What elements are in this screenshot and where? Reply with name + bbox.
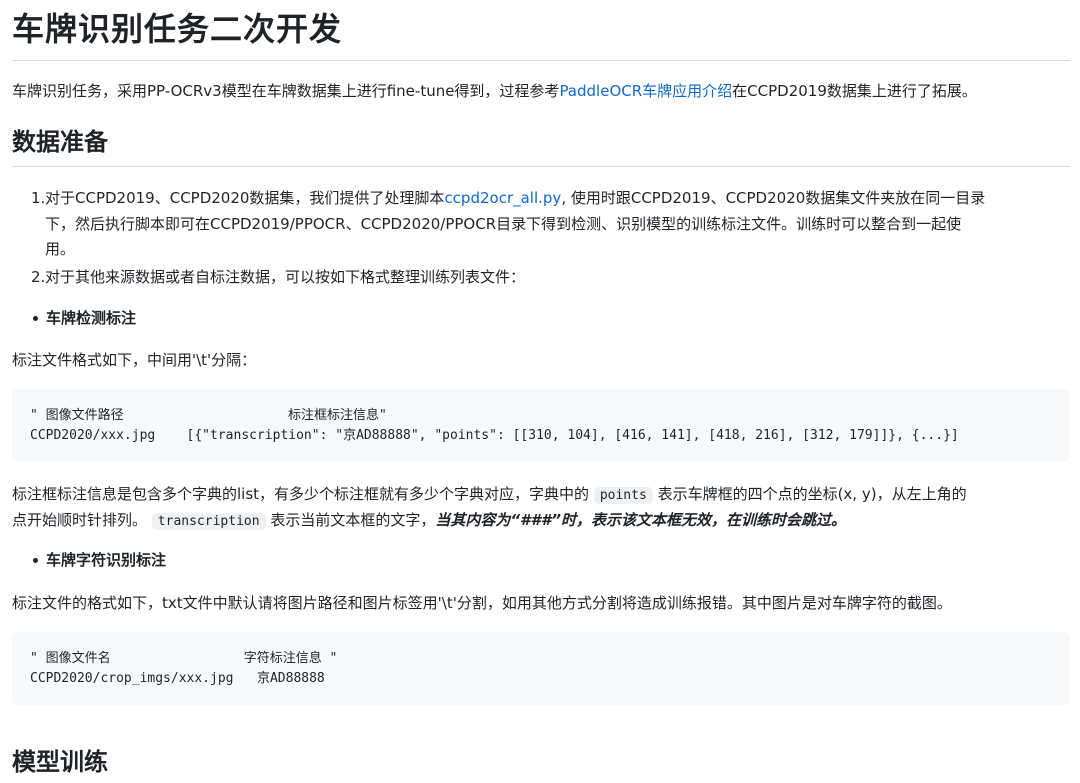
det-info-emphasis: 当其内容为“###”时，表示该文本框无效，在训练时会跳过。 <box>435 511 846 529</box>
det-code-line-2: CCPD2020/xxx.jpg [{"transcription": "京AD… <box>30 428 959 443</box>
det-format-description: 标注文件格式如下，中间用'\t'分隔： <box>12 351 257 369</box>
rec-format-description: 标注文件的格式如下，txt文件中默认请将图片路径和图片标签用'\t'分割，如用其… <box>12 594 952 612</box>
det-info-line-2: 点开始顺时针排列。 transcription 表示当前文本框的文字，当其内容为… <box>12 507 846 535</box>
det-info-line-1: 标注框标注信息是包含多个字典的list，有多少个标注框就有多少个字典对应，字典中… <box>12 481 967 509</box>
list-number-2: 2. <box>31 268 46 286</box>
list-item-1-line-3: 用。 <box>45 240 76 258</box>
det-info-text-d: 表示当前文本框的文字， <box>270 511 436 529</box>
rec-code-line-1: " 图像文件名 字符标注信息 " <box>30 651 338 666</box>
inline-code-transcription: transcription <box>151 513 266 530</box>
intro-text-end: 在CCPD2019数据集上进行了拓展。 <box>732 82 977 100</box>
section-heading-data: 数据准备 <box>12 128 108 156</box>
list-item-2: 对于其他来源数据或者自标注数据，可以按如下格式整理训练列表文件： <box>45 268 526 286</box>
list-item-1-line-1: 对于CCPD2019、CCPD2020数据集，我们提供了处理脚本ccpd2ocr… <box>45 185 985 211</box>
rec-code-line-2: CCPD2020/crop_imgs/xxx.jpg 京AD88888 <box>30 671 325 686</box>
intro-paragraph: 车牌识别任务，采用PP-OCRv3模型在车牌数据集上进行fine-tune得到，… <box>12 78 977 104</box>
page-title: 车牌识别任务二次开发 <box>12 10 343 48</box>
list-item-1-line-2: 下，然后执行脚本即可在CCPD2019/PPOCR、CCPD2020/PPOCR… <box>45 215 962 233</box>
inline-code-points: points <box>593 487 653 504</box>
det-info-text-a: 标注框标注信息是包含多个字典的list，有多少个标注框就有多少个字典对应，字典中… <box>12 485 590 503</box>
bullet-rec-annotation: 车牌字符识别标注 <box>46 551 167 569</box>
section-heading-train: 模型训练 <box>12 748 108 776</box>
section-divider-data <box>12 166 1070 167</box>
det-code-line-1: " 图像文件路径 标注框标注信息" <box>30 408 387 423</box>
bullet-det-annotation: 车牌检测标注 <box>46 309 137 327</box>
bullet-dot <box>33 316 38 321</box>
document-page: 车牌识别任务二次开发 车牌识别任务，采用PP-OCRv3模型在车牌数据集上进行f… <box>0 0 1080 783</box>
list-item-1-text-a: 对于CCPD2019、CCPD2020数据集，我们提供了处理脚本 <box>45 189 445 207</box>
det-info-text-c: 点开始顺时针排列。 <box>12 511 148 529</box>
list-item-1-text-b: , 使用时跟CCPD2019、CCPD2020数据集文件夹放在同一目录 <box>561 189 986 207</box>
rec-code-block: " 图像文件名 字符标注信息 " CCPD2020/crop_imgs/xxx.… <box>12 632 1070 705</box>
intro-text-start: 车牌识别任务，采用PP-OCRv3模型在车牌数据集上进行fine-tune得到，… <box>12 82 560 100</box>
bullet-dot <box>33 558 38 563</box>
det-code-block: " 图像文件路径 标注框标注信息" CCPD2020/xxx.jpg [{"tr… <box>12 389 1070 462</box>
list-number-1: 1. <box>31 189 46 207</box>
det-info-text-b: 表示车牌框的四个点的坐标(x, y)，从左上角的 <box>657 485 967 503</box>
paddleocr-plate-link[interactable]: PaddleOCR车牌应用介绍 <box>559 82 732 100</box>
title-divider <box>12 60 1070 61</box>
ccpd2ocr-script-link[interactable]: ccpd2ocr_all.py <box>444 189 561 207</box>
